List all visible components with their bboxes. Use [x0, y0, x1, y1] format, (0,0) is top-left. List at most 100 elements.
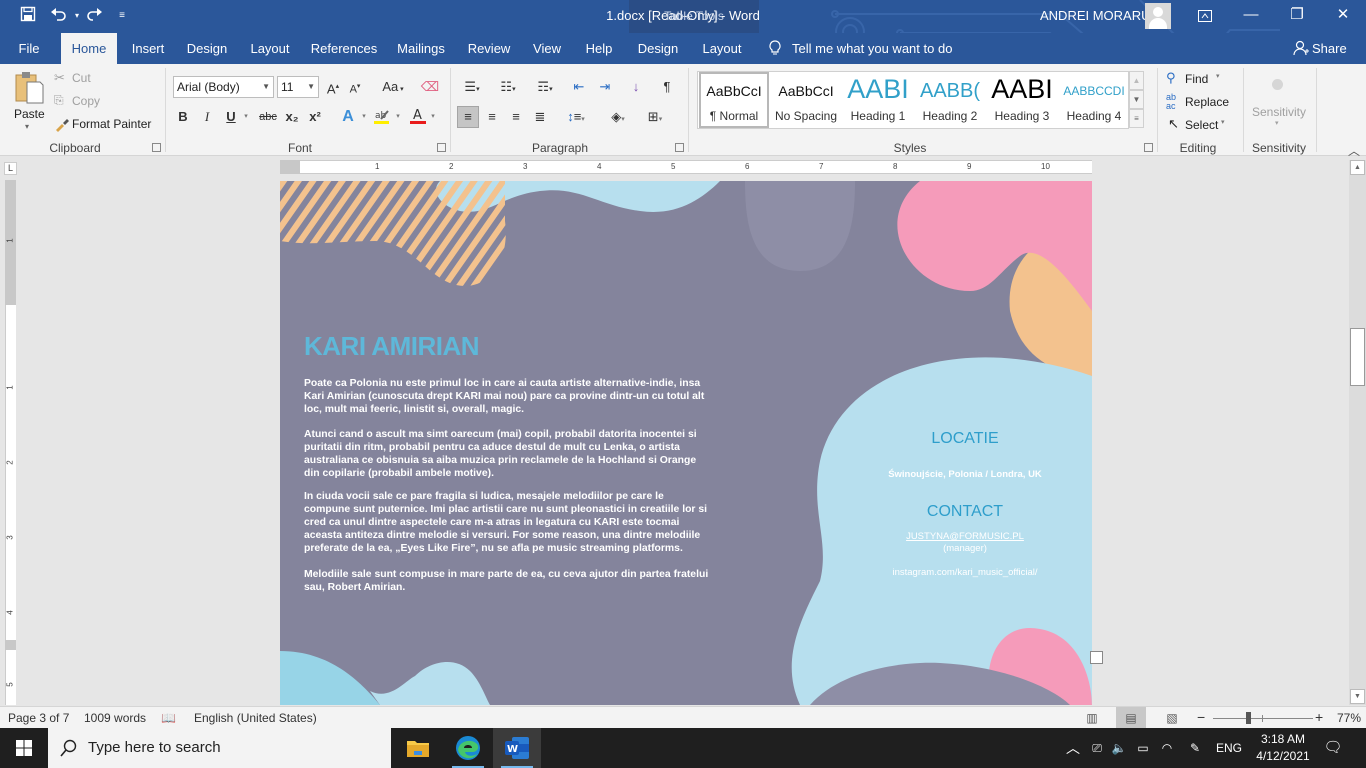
tab-view[interactable]: View — [529, 33, 565, 64]
find-button[interactable]: ⚲ Find ▾ — [1166, 70, 1230, 88]
web-layout-button[interactable]: ▧ — [1157, 707, 1187, 729]
styles-more[interactable]: ≡ — [1129, 109, 1144, 128]
battery-icon[interactable]: ▭ — [1134, 728, 1152, 768]
format-painter-button[interactable]: Format Painter — [54, 116, 154, 134]
sensitivity-button[interactable]: Sensitivity ▾ — [1250, 74, 1306, 134]
paragraph-dialog-launcher[interactable] — [675, 143, 684, 152]
increase-indent-icon[interactable]: ⇥ — [594, 77, 616, 97]
scroll-thumb[interactable] — [1350, 328, 1365, 386]
subscript-button[interactable]: x₂ — [283, 107, 301, 127]
language-indicator[interactable]: English (United States) — [194, 711, 317, 725]
show-formatting-marks-icon[interactable]: ¶ — [658, 77, 676, 97]
text-effects-icon[interactable]: A — [337, 107, 359, 127]
copy-button[interactable]: ⎘ Copy — [54, 93, 114, 111]
start-button[interactable] — [0, 728, 48, 768]
proofing-icon[interactable]: 📖 — [161, 711, 176, 725]
font-dialog-launcher[interactable] — [437, 143, 446, 152]
tab-insert[interactable]: Insert — [126, 33, 170, 64]
file-explorer-button[interactable] — [394, 728, 442, 768]
font-color-dropdown-icon[interactable]: ▾ — [428, 107, 438, 127]
bold-button[interactable]: B — [176, 107, 190, 127]
highlight-color-icon[interactable]: ab — [372, 107, 392, 127]
tab-selector[interactable]: L — [4, 162, 17, 175]
line-spacing-icon[interactable]: ↕≡▾ — [561, 107, 591, 127]
multilevel-list-icon[interactable]: ☶▾ — [530, 77, 560, 97]
style-heading-2[interactable]: AABB( Heading 2 — [914, 72, 986, 128]
style-heading-4[interactable]: AABBCCDI Heading 4 — [1058, 72, 1130, 128]
style-no-spacing[interactable]: AaBbCcI No Spacing — [770, 72, 842, 128]
styles-dialog-launcher[interactable] — [1144, 143, 1153, 152]
scroll-up-button[interactable]: ▲ — [1350, 160, 1365, 175]
bullets-icon[interactable]: ☰▾ — [458, 77, 486, 97]
edge-button[interactable] — [444, 728, 492, 768]
zoom-level[interactable]: 77% — [1337, 711, 1361, 725]
user-name[interactable]: ANDREI MORARU — [1040, 8, 1151, 23]
style-heading-1[interactable]: AABI Heading 1 — [842, 72, 914, 128]
tab-layout[interactable]: Layout — [246, 33, 294, 64]
restore-button[interactable]: ❐ — [1274, 0, 1320, 32]
styles-scroll-up[interactable]: ▲ — [1129, 71, 1144, 90]
paste-button[interactable]: Paste ▾ — [10, 70, 48, 132]
page-indicator[interactable]: Page 3 of 7 — [8, 711, 69, 725]
tell-me-search[interactable]: Tell me what you want to do — [768, 33, 952, 64]
avatar[interactable] — [1145, 3, 1171, 29]
taskbar-search[interactable]: Type here to search — [48, 728, 391, 768]
word-count[interactable]: 1009 words — [84, 711, 146, 725]
read-mode-button[interactable]: ▥ — [1077, 707, 1107, 729]
scroll-down-button[interactable]: ▼ — [1350, 689, 1365, 704]
align-left-button[interactable]: ≡ — [457, 106, 479, 128]
style-normal[interactable]: AaBbCcI ¶ Normal — [699, 72, 769, 128]
notifications-icon[interactable]: 🗨 — [1322, 728, 1344, 768]
align-right-button[interactable]: ≡ — [505, 107, 527, 127]
minimize-button[interactable]: — — [1228, 0, 1274, 32]
text-effects-dropdown-icon[interactable]: ▾ — [359, 107, 369, 127]
tab-review[interactable]: Review — [465, 33, 513, 64]
vertical-scrollbar[interactable] — [1349, 160, 1366, 705]
document-page[interactable]: KARI AMIRIAN Poate ca Polonia nu este pr… — [280, 181, 1092, 705]
font-name-dropdown[interactable]: Arial (Body) ▼ — [173, 76, 274, 98]
zoom-slider-track[interactable] — [1213, 718, 1313, 719]
grow-font-icon[interactable]: A▴ — [324, 77, 342, 97]
tab-table-design[interactable]: Design — [634, 33, 682, 64]
underline-dropdown-icon[interactable]: ▾ — [241, 107, 251, 127]
tab-design[interactable]: Design — [183, 33, 231, 64]
highlight-dropdown-icon[interactable]: ▾ — [393, 107, 403, 127]
zoom-in-button[interactable]: + — [1315, 709, 1323, 725]
align-center-button[interactable]: ≡ — [481, 107, 503, 127]
tab-references[interactable]: References — [309, 33, 379, 64]
zoom-slider-thumb[interactable] — [1246, 712, 1251, 724]
tab-file[interactable]: File — [8, 33, 50, 64]
show-hidden-icons[interactable]: ︿ — [1064, 728, 1082, 768]
italic-button[interactable]: I — [200, 107, 214, 127]
font-size-dropdown[interactable]: 11 ▼ — [277, 76, 319, 98]
word-button[interactable]: W — [493, 728, 541, 768]
meet-now-icon[interactable]: ⎚ — [1088, 728, 1106, 768]
shading-icon[interactable]: ◈▾ — [603, 107, 633, 127]
ribbon-display-options-button[interactable] — [1182, 0, 1228, 32]
close-button[interactable]: ✕ — [1320, 0, 1366, 32]
volume-icon[interactable]: 🔈 — [1110, 728, 1128, 768]
tab-home[interactable]: Home — [61, 33, 117, 64]
change-case-button[interactable]: Aa ▾ — [378, 77, 408, 97]
replace-button[interactable]: ab ac Replace — [1166, 93, 1236, 111]
pen-workspace-icon[interactable]: ✎ — [1184, 728, 1206, 768]
decrease-indent-icon[interactable]: ⇤ — [568, 77, 590, 97]
clear-formatting-icon[interactable]: ⌫ — [420, 77, 440, 97]
strikethrough-button[interactable]: abc — [256, 107, 280, 127]
zoom-out-button[interactable]: − — [1197, 709, 1205, 725]
superscript-button[interactable]: x² — [306, 107, 324, 127]
justify-button[interactable]: ≣ — [529, 107, 551, 127]
borders-icon[interactable]: ⊞▾ — [640, 107, 670, 127]
tab-table-layout[interactable]: Layout — [698, 33, 746, 64]
share-button[interactable]: Share — [1293, 33, 1347, 64]
style-heading-3[interactable]: AABI Heading 3 — [986, 72, 1058, 128]
numbering-icon[interactable]: ☷▾ — [494, 77, 522, 97]
styles-scroll-down[interactable]: ▼ — [1129, 90, 1144, 109]
table-resize-handle[interactable] — [1090, 651, 1103, 664]
select-button[interactable]: ↖ Select ▾ — [1166, 116, 1230, 134]
cut-button[interactable]: ✂ Cut — [54, 70, 114, 88]
sort-icon[interactable]: ↓ — [626, 77, 646, 97]
underline-button[interactable]: U — [224, 107, 238, 127]
font-color-icon[interactable]: A — [408, 107, 428, 127]
tab-mailings[interactable]: Mailings — [394, 33, 448, 64]
